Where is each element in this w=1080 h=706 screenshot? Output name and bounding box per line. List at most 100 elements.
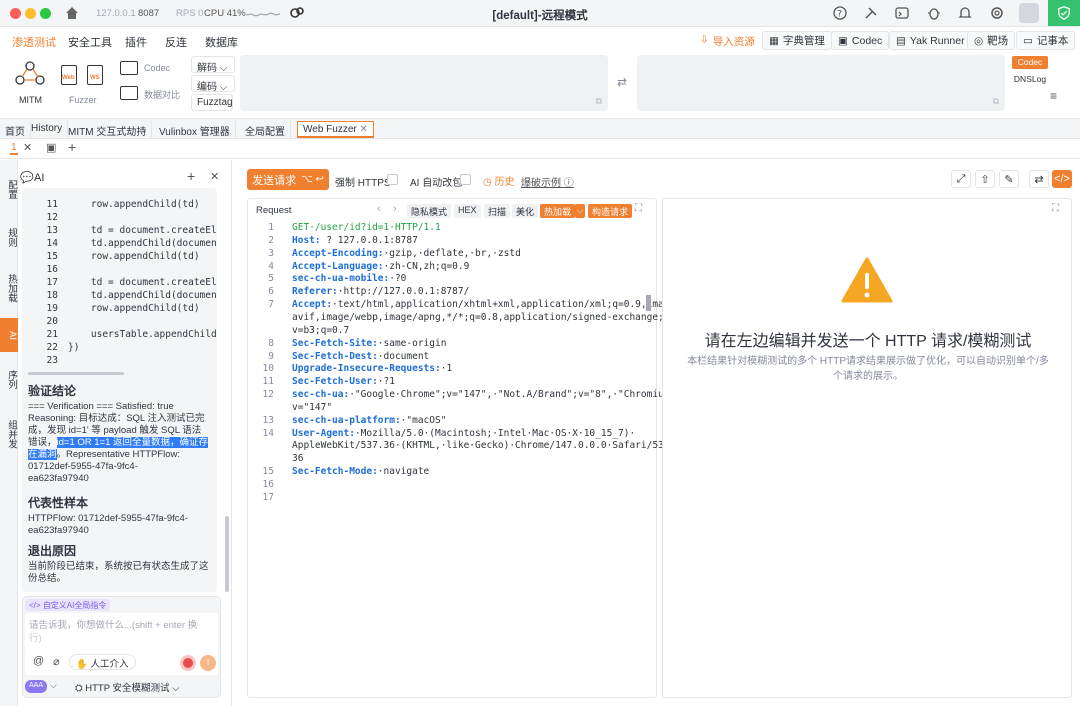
sort-icon[interactable]: ≡ xyxy=(1050,89,1057,103)
tab-global-config[interactable]: 全局配置 xyxy=(240,121,291,138)
yak-runner-button[interactable]: ▤ Yak Runner xyxy=(889,31,972,50)
help-icon[interactable]: ? xyxy=(832,5,848,21)
copy-icon[interactable]: ⧉ xyxy=(993,96,999,107)
manual-intervene-button[interactable]: ✋ 人工介入 xyxy=(69,654,136,670)
maximize-window-button[interactable] xyxy=(40,8,51,19)
compare-icon[interactable] xyxy=(120,86,138,100)
hex-button[interactable]: HEX xyxy=(454,204,481,218)
line-number: 11 xyxy=(46,199,58,210)
stop-button[interactable] xyxy=(180,655,196,671)
home-icon[interactable] xyxy=(64,5,80,21)
menu-reverse[interactable]: 反连 xyxy=(165,34,187,50)
codec-button[interactable]: ▣ Codec xyxy=(831,31,890,50)
prev-icon[interactable]: ‹ xyxy=(377,203,381,215)
decode-select[interactable]: 解码 ⌵ xyxy=(191,56,235,74)
copy-icon[interactable]: ⧉ xyxy=(596,96,602,107)
swap-layout-icon[interactable]: ⇄ xyxy=(1029,170,1049,188)
send-arrow-button[interactable]: ↑ xyxy=(200,655,216,671)
fullscreen-icon[interactable]: ⛶ xyxy=(635,203,642,214)
codec-input-editor[interactable]: ⧉ xyxy=(240,55,608,111)
minimize-window-button[interactable] xyxy=(25,8,36,19)
ai-prompt-input[interactable]: 请告诉我，你想做什么...(shift + enter 换 行) xyxy=(25,613,218,651)
editor-scrollbar[interactable] xyxy=(646,295,651,311)
dict-manager-button[interactable]: ▦ 字典管理 xyxy=(762,31,832,50)
codec-output-editor[interactable]: ⧉ xyxy=(637,55,1005,111)
add-tab-icon[interactable]: + xyxy=(68,139,76,155)
notebook-button[interactable]: ▭ 记事本 xyxy=(1016,31,1076,50)
attach-icon[interactable]: ⌀ xyxy=(53,655,60,668)
edit-icon[interactable]: ✎ xyxy=(999,170,1019,188)
encode-select[interactable]: 编码 ⌵ xyxy=(191,75,235,93)
tab-history[interactable]: History xyxy=(26,121,69,138)
codec-tab[interactable]: Codec xyxy=(1012,56,1048,69)
close-icon[interactable]: ✕ xyxy=(360,124,368,135)
menu-database[interactable]: 数据库 xyxy=(205,34,238,50)
header-value: ·gzip,·deflate,·br,·zstd xyxy=(383,247,521,259)
terminal-icon[interactable] xyxy=(894,5,910,21)
history-button[interactable]: ◷ 历史 xyxy=(483,173,515,188)
mitm-icon[interactable] xyxy=(15,60,45,88)
beautify-button[interactable]: 美化 xyxy=(512,204,539,218)
code-scrollbar[interactable] xyxy=(28,372,124,375)
header-value: AppleWebKit/537.36·(KHTML,·like·Gecko)·C… xyxy=(292,440,676,452)
avatar[interactable] xyxy=(1019,3,1039,23)
rail-ai[interactable]: AI xyxy=(0,318,18,352)
rail-rules[interactable]: 规则 xyxy=(0,224,18,251)
fullscreen-icon[interactable]: ⛶ xyxy=(1052,203,1059,214)
new-chat-icon[interactable]: + xyxy=(187,168,195,184)
bug-icon[interactable] xyxy=(926,5,942,21)
rail-sequence[interactable]: 序列 xyxy=(0,366,18,393)
build-request-button[interactable]: 构造请求 xyxy=(588,204,633,218)
fuzztag-button[interactable]: Fuzztag xyxy=(191,94,233,111)
mention-icon[interactable]: @ xyxy=(33,655,44,667)
request-editor[interactable]: Request ‹ › 隐私模式 HEX 扫描 美化 热加载 ⌵ 构造请求 ⛶ … xyxy=(247,198,681,698)
tools-icon[interactable] xyxy=(863,5,879,21)
subtab-1[interactable]: 1 xyxy=(10,142,18,155)
web-fuzzer-icon[interactable]: Web xyxy=(61,65,77,85)
rail-config[interactable]: 配置 xyxy=(0,176,18,203)
import-resources-button[interactable]: ⇩ 导入资源 xyxy=(700,34,755,49)
model-badge-icon[interactable]: AAA xyxy=(25,680,48,693)
close-window-button[interactable] xyxy=(10,8,21,19)
close-icon[interactable]: ✕ xyxy=(210,170,219,183)
menu-plugins[interactable]: 插件 xyxy=(125,34,147,50)
bell-icon[interactable] xyxy=(957,5,973,21)
chevron-down-icon[interactable]: ⌵ xyxy=(575,204,585,218)
request-text: Host: ? 127.0.0.1:8787 xyxy=(292,235,418,248)
export-icon[interactable]: ⇧ xyxy=(975,170,995,188)
tab-vulinbox[interactable]: Vulinbox 管理器 xyxy=(154,121,236,138)
tab-mitm[interactable]: MITM 交互式劫持 xyxy=(63,121,153,138)
force-https-checkbox[interactable] xyxy=(387,174,398,185)
menu-pentest[interactable]: 渗透测试 xyxy=(12,34,56,50)
send-request-button[interactable]: 发送请求 ⌥ ↩ xyxy=(247,169,329,190)
security-status-button[interactable] xyxy=(1048,0,1080,26)
hotload-button[interactable]: 热加载 xyxy=(540,204,576,218)
request-text: Upgrade-Insecure-Requests:·1 xyxy=(292,363,452,376)
next-icon[interactable]: › xyxy=(393,203,397,215)
dnslog-tab[interactable]: DNSLog xyxy=(1012,73,1048,86)
rail-hotload[interactable]: 热加载 xyxy=(0,270,18,307)
range-button[interactable]: ◎ 靶场 xyxy=(967,31,1016,50)
mode-select[interactable]: ⛭ HTTP 安全模糊测试 ⌵ xyxy=(75,680,179,694)
tab-web-fuzzer[interactable]: Web Fuzzer ✕ xyxy=(297,121,374,138)
ai-modify-checkbox[interactable] xyxy=(460,174,471,185)
share-icon[interactable]: ⤢ xyxy=(951,170,971,188)
menu-security-tools[interactable]: 安全工具 xyxy=(68,34,112,50)
rail-group-concurrency[interactable]: 组并发 xyxy=(0,416,18,453)
request-text: Sec-Fetch-User:·?1 xyxy=(292,376,395,389)
swap-icon[interactable]: ⇄ xyxy=(617,75,627,89)
code-view-icon[interactable]: </> xyxy=(1052,170,1072,188)
chevron-down-icon[interactable]: ⌵ xyxy=(50,680,57,691)
custom-command-tag[interactable]: </> 自定义AI全局指令 xyxy=(25,599,111,611)
close-icon[interactable]: ✕ xyxy=(23,141,32,154)
panel-scrollbar[interactable] xyxy=(225,516,229,592)
ws-fuzzer-icon[interactable]: WS xyxy=(87,65,103,85)
codec-tool-icon[interactable] xyxy=(120,61,138,75)
gear-icon[interactable] xyxy=(989,5,1005,21)
request-code[interactable]: 1 GET·/user/id?id=1·HTTP/1.1 2 Host: ? 127.… xyxy=(248,222,681,692)
save-icon[interactable]: ▣ xyxy=(46,141,56,154)
example-link[interactable]: 爆破示例 ⓘ xyxy=(521,174,574,189)
scan-button[interactable]: 扫描 xyxy=(484,204,511,218)
codec-icon: ▣ xyxy=(838,34,848,47)
privacy-mode-button[interactable]: 隐私模式 xyxy=(407,204,452,218)
